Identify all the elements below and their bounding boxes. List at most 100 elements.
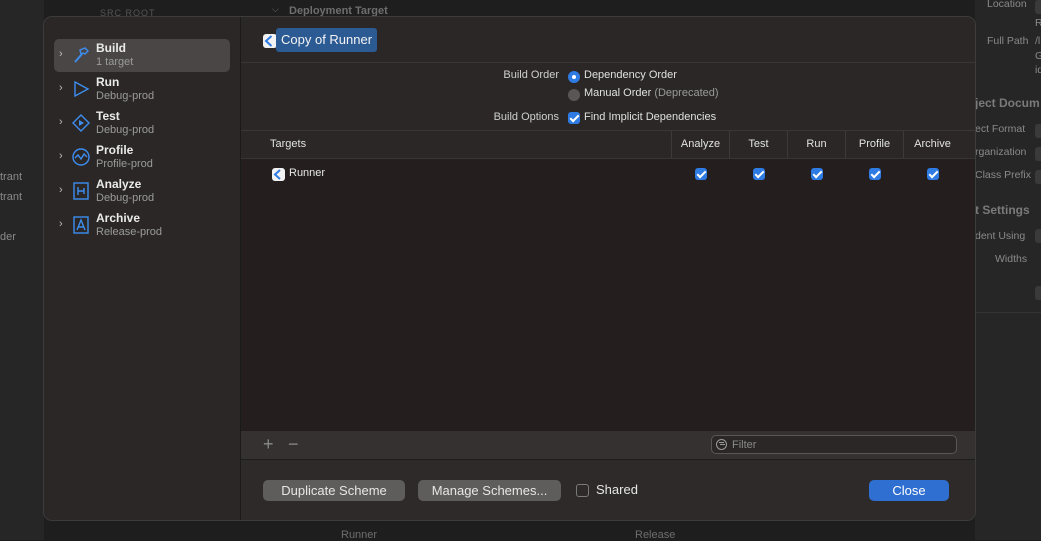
bg-divider: [975, 312, 1041, 313]
sidebar-item-subtitle: Debug-prod: [96, 124, 155, 136]
table-row[interactable]: Runner: [241, 159, 975, 187]
chevron-right-icon[interactable]: ›: [59, 218, 69, 230]
column-header-profile[interactable]: Profile: [845, 131, 903, 158]
chevron-right-icon[interactable]: ›: [59, 116, 69, 128]
sidebar-item-build[interactable]: › Build 1 target: [54, 39, 230, 72]
play-icon: [74, 80, 90, 98]
remove-target-button[interactable]: −: [288, 434, 299, 454]
bg-inspector-value: id: [1035, 64, 1041, 76]
targets-toolbar: + −: [241, 431, 975, 459]
bg-inspector-heading: t Settings: [975, 203, 1030, 217]
bg-field: [1035, 170, 1041, 184]
manage-schemes-button[interactable]: Manage Schemes...: [418, 480, 561, 501]
run-checkbox[interactable]: [811, 168, 823, 180]
background-left-panel: trant trant der: [0, 0, 44, 540]
bg-inspector-value: R: [1035, 17, 1041, 29]
bg-inspector-value: /l: [1035, 35, 1041, 47]
test-checkbox[interactable]: [753, 168, 765, 180]
target-name: Runner: [289, 167, 326, 179]
add-target-button[interactable]: +: [263, 434, 274, 454]
sidebar-item-test[interactable]: › Test Debug-prod: [54, 107, 230, 140]
sidebar-item-title: Archive: [96, 211, 141, 225]
column-header-test[interactable]: Test: [729, 131, 787, 158]
sidebar-item-analyze[interactable]: › Analyze Debug-prod: [54, 175, 230, 208]
scheme-header: Copy of Runner: [241, 17, 975, 62]
build-order-label: Build Order: [503, 69, 559, 81]
bg-field: [1035, 124, 1041, 138]
dependency-order-label[interactable]: Dependency Order: [584, 69, 677, 81]
bg-inspector-label: dent Using: [975, 230, 1026, 242]
bg-target-name: Runner: [341, 529, 378, 541]
archive-icon: [73, 216, 89, 234]
scheme-action-sidebar: › Build 1 target › Run Debug-prod › Test…: [44, 17, 241, 520]
targets-table-header: Targets Analyze Test Run Profile Archive: [241, 131, 975, 159]
sidebar-item-title: Test: [96, 109, 120, 123]
bg-inspector-label: Location: [987, 0, 1027, 10]
deprecated-note: (Deprecated): [654, 87, 719, 99]
chevron-right-icon[interactable]: ›: [59, 184, 69, 196]
background-inspector-panel: Location Full Path R /l G id ject Docum …: [975, 0, 1041, 540]
manual-order-text: Manual Order: [584, 87, 652, 99]
analyze-checkbox[interactable]: [695, 168, 707, 180]
column-header-archive[interactable]: Archive: [903, 131, 961, 158]
sidebar-item-archive[interactable]: › Archive Release-prod: [54, 209, 230, 242]
bg-left-text: der: [0, 231, 16, 243]
filter-icon: [716, 439, 727, 450]
scheme-name-field[interactable]: Copy of Runner: [276, 28, 378, 52]
flutter-app-icon: [263, 34, 277, 48]
bg-inspector-value: G: [1035, 50, 1041, 62]
bg-left-text: trant: [0, 171, 23, 183]
chevron-right-icon[interactable]: ›: [59, 48, 69, 60]
build-options-label: Build Options: [493, 111, 559, 123]
test-diamond-icon: [72, 114, 90, 132]
sidebar-item-subtitle: Release-prod: [96, 226, 163, 238]
sidebar-item-subtitle: Profile-prod: [96, 158, 153, 170]
bg-field: [1035, 147, 1041, 161]
bg-field: [1035, 0, 1041, 14]
bg-inspector-label: Class Prefix: [975, 169, 1032, 181]
bg-config-name: Release: [635, 529, 676, 541]
column-header-run[interactable]: Run: [787, 131, 845, 158]
duplicate-scheme-button[interactable]: Duplicate Scheme: [263, 480, 405, 501]
sidebar-item-subtitle: 1 target: [96, 56, 134, 68]
bg-inspector-label: Full Path: [987, 35, 1029, 47]
dependency-order-radio[interactable]: [568, 71, 580, 83]
sheet-footer: Duplicate Scheme Manage Schemes... Share…: [241, 459, 975, 520]
hammer-icon: [74, 47, 89, 63]
manual-order-label[interactable]: Manual Order (Deprecated): [584, 87, 719, 99]
sidebar-item-subtitle: Debug-prod: [96, 90, 155, 102]
filter-field[interactable]: [711, 435, 957, 454]
build-settings-pane: Copy of Runner Build Order Dependency Or…: [241, 17, 975, 520]
close-button[interactable]: Close: [869, 480, 949, 501]
filter-input[interactable]: [732, 437, 952, 452]
bg-inspector-label: rganization: [975, 146, 1027, 158]
bg-inspector-label: ect Format: [975, 123, 1026, 135]
profile-checkbox[interactable]: [869, 168, 881, 180]
profile-wave-icon: [72, 148, 90, 166]
bg-inspector-heading: ject Docum: [975, 96, 1040, 110]
find-implicit-dependencies-label[interactable]: Find Implicit Dependencies: [584, 111, 716, 123]
find-implicit-dependencies-checkbox[interactable]: [568, 112, 580, 124]
sidebar-item-run[interactable]: › Run Debug-prod: [54, 73, 230, 106]
bg-field: [1035, 229, 1041, 243]
divider: [241, 62, 975, 63]
column-header-targets[interactable]: Targets: [270, 131, 306, 158]
chevron-right-icon[interactable]: ›: [59, 150, 69, 162]
bg-field: [1035, 286, 1041, 300]
bg-inspector-label: Widths: [995, 253, 1028, 265]
analyze-icon: [73, 182, 89, 200]
chevron-down-icon: ⌵: [272, 4, 279, 14]
shared-label[interactable]: Shared: [596, 482, 638, 497]
shared-checkbox[interactable]: [576, 484, 589, 497]
manual-order-radio[interactable]: [568, 89, 580, 101]
flutter-app-icon: [272, 168, 285, 181]
background-top-strip: ⌵ Deployment Target: [244, 0, 975, 17]
column-header-analyze[interactable]: Analyze: [671, 131, 729, 158]
sidebar-item-subtitle: Debug-prod: [96, 192, 155, 204]
chevron-right-icon[interactable]: ›: [59, 82, 69, 94]
archive-checkbox[interactable]: [927, 168, 939, 180]
sidebar-item-profile[interactable]: › Profile Profile-prod: [54, 141, 230, 174]
sidebar-item-title: Build: [96, 41, 126, 55]
bg-left-text: trant: [0, 191, 23, 203]
bg-deployment-target: Deployment Target: [289, 5, 388, 17]
